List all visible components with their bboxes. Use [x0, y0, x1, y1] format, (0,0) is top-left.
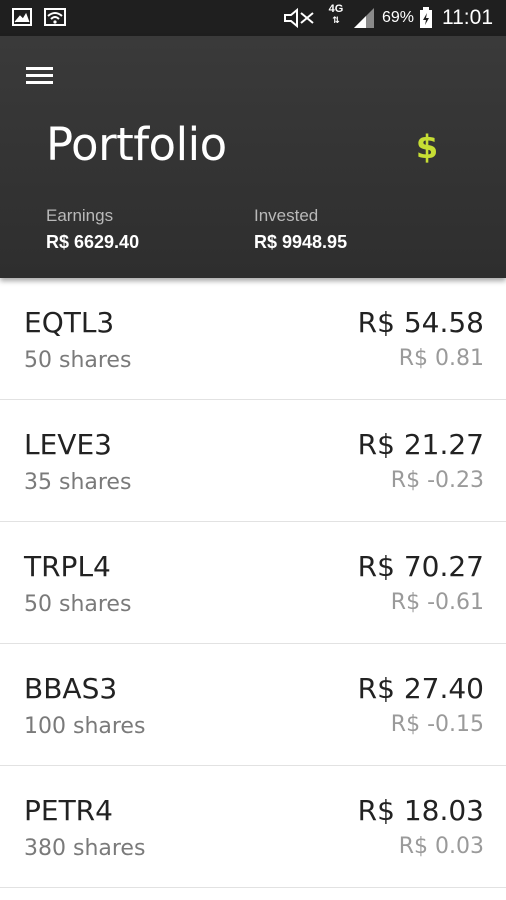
- stock-change: R$ -0.61: [390, 590, 484, 615]
- stock-ticker: TRPL4: [24, 550, 111, 583]
- signal-icon: [354, 8, 374, 28]
- stock-change: R$ 0.03: [398, 834, 484, 859]
- stock-price: R$ 18.03: [357, 794, 484, 827]
- wifi-icon: [44, 8, 66, 26]
- stock-row[interactable]: TRPL4 50 shares R$ 70.27 R$ -0.61: [0, 522, 506, 644]
- stock-row[interactable]: BBAS3 100 shares R$ 27.40 R$ -0.15: [0, 644, 506, 766]
- stock-ticker: EQTL3: [24, 306, 115, 339]
- stock-row[interactable]: LEVE3 35 shares R$ 21.27 R$ -0.23: [0, 400, 506, 522]
- status-bar: 4G ⇅ 69% 11:01: [0, 0, 506, 36]
- stock-shares: 50 shares: [24, 348, 132, 373]
- invested-value: R$ 9948.95: [254, 232, 348, 252]
- earnings-label: Earnings: [46, 206, 114, 225]
- network-4g-icon: 4G ⇅: [328, 3, 344, 26]
- stock-row[interactable]: EQTL3 50 shares R$ 54.58 R$ 0.81: [0, 278, 506, 400]
- stock-ticker: PETR4: [24, 794, 113, 827]
- invested-label: Invested: [254, 206, 319, 225]
- page-title: Portfolio: [46, 118, 227, 171]
- earnings-value: R$ 6629.40: [46, 232, 140, 252]
- stock-change: R$ 0.81: [398, 346, 484, 371]
- stock-shares: 100 shares: [24, 714, 146, 739]
- stock-ticker: LEVE3: [24, 428, 112, 461]
- stock-shares: 380 shares: [24, 836, 146, 861]
- stock-change: R$ -0.15: [390, 712, 484, 737]
- portfolio-header: Portfolio $ Earnings R$ 6629.40 Invested…: [0, 36, 506, 278]
- stock-price: R$ 21.27: [357, 428, 484, 461]
- stock-change: R$ -0.23: [390, 468, 484, 493]
- stock-row[interactable]: PETR4 380 shares R$ 18.03 R$ 0.03: [0, 766, 506, 888]
- menu-icon[interactable]: [20, 60, 60, 90]
- battery-icon: [420, 7, 432, 28]
- stock-price: R$ 54.58: [357, 306, 484, 339]
- mute-icon: [284, 8, 314, 28]
- battery-percent: 69%: [382, 9, 415, 26]
- stock-ticker: BBAS3: [24, 672, 118, 705]
- gallery-icon: [12, 8, 32, 26]
- stock-price: R$ 27.40: [357, 672, 484, 705]
- stock-price: R$ 70.27: [357, 550, 484, 583]
- stock-shares: 50 shares: [24, 592, 132, 617]
- clock: 11:01: [442, 6, 493, 29]
- dollar-icon[interactable]: $: [412, 128, 442, 166]
- stock-shares: 35 shares: [24, 470, 132, 495]
- stock-list: EQTL3 50 shares R$ 54.58 R$ 0.81 LEVE3 3…: [0, 278, 506, 888]
